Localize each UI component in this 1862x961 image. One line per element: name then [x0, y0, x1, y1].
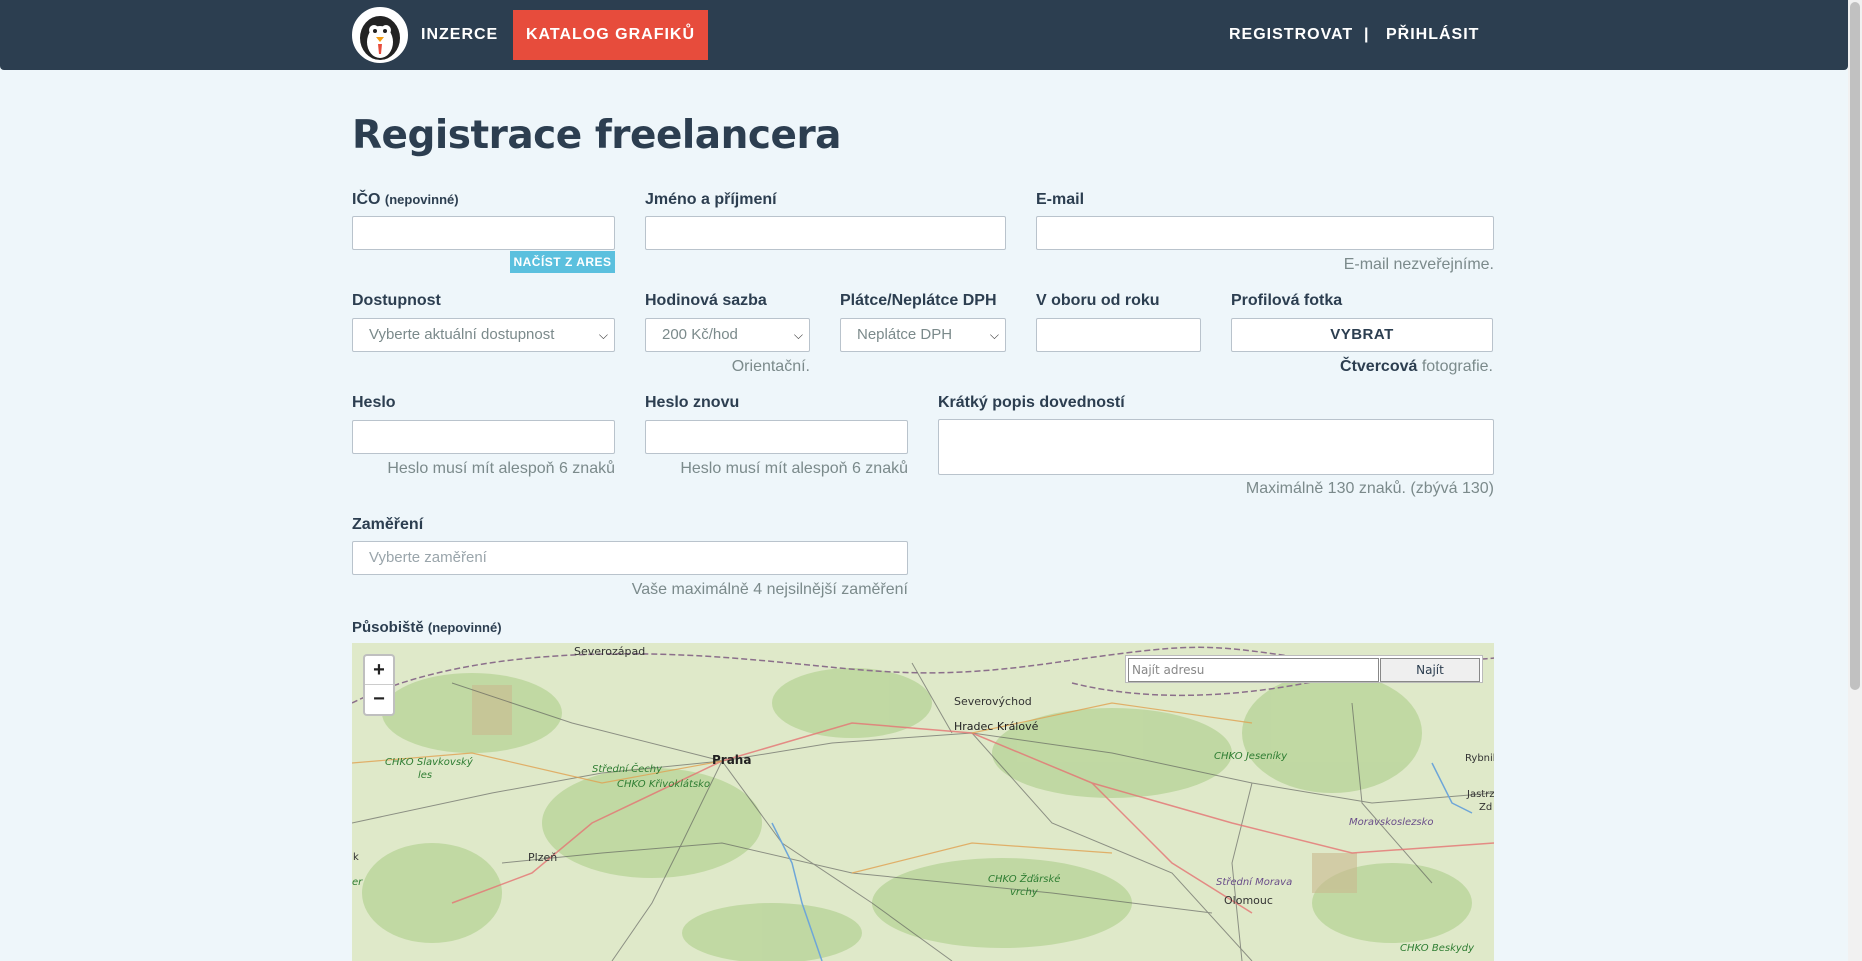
zamereni-label: Zaměření	[352, 516, 424, 533]
nav-inzerce[interactable]: INZERCE	[421, 0, 498, 70]
map-search-box: Najít adresu Najít	[1125, 655, 1483, 683]
sazba-value: 200 Kč/hod	[662, 326, 738, 343]
dostupnost-label: Dostupnost	[352, 292, 441, 309]
page-scrollbar[interactable]	[1848, 0, 1862, 961]
focus-placeholder: Vyberte zaměření	[369, 549, 487, 566]
email-input[interactable]	[1036, 216, 1494, 250]
heslo-label: Heslo	[352, 394, 396, 411]
sazba-help: Orientační.	[731, 358, 810, 375]
location-map[interactable]: Severozápad Severovýchod Hradec Králové …	[352, 643, 1494, 961]
scrollbar-thumb[interactable]	[1850, 2, 1860, 690]
penguin-logo[interactable]	[352, 7, 408, 63]
password-confirm-help: Heslo musí mít alespoň 6 znaků	[680, 460, 908, 477]
heslo2-label: Heslo znovu	[645, 394, 740, 411]
map-search-button[interactable]: Najít	[1380, 658, 1480, 682]
map-address-input[interactable]: Najít adresu	[1128, 658, 1379, 682]
map-label: Severovýchod	[954, 695, 1032, 708]
nav-katalog-grafiku[interactable]: KATALOG GRAFIKŮ	[513, 10, 708, 60]
fotka-help: Čtvercová fotografie.	[1340, 358, 1493, 375]
map-label: k	[353, 852, 359, 863]
map-label: Jastrz	[1467, 789, 1494, 800]
map-label: Hradec Králové	[954, 720, 1039, 733]
map-label: Olomouc	[1224, 894, 1273, 907]
map-zoom-control: + −	[363, 654, 395, 716]
password-confirm-input[interactable]	[645, 420, 908, 454]
sazba-select[interactable]: 200 Kč/hod ⌵	[645, 318, 810, 352]
chevron-down-icon: ⌵	[598, 328, 608, 342]
dph-value: Neplátce DPH	[857, 326, 953, 343]
name-label: Jméno a příjmení	[645, 191, 777, 208]
map-label: Zd	[1479, 802, 1493, 813]
nav-prihlasit[interactable]: PŘIHLÁSIT	[1386, 0, 1479, 70]
skills-help: Maximálně 130 znaků. (zbývá 130)	[1245, 480, 1494, 497]
map-label: Střední Morava	[1216, 877, 1293, 888]
rok-label: V oboru od roku	[1036, 292, 1160, 309]
map-label: CHKO Žďárské	[988, 874, 1061, 885]
photo-select-button[interactable]: VYBRAT	[1231, 318, 1493, 352]
nav-registrovat[interactable]: REGISTROVAT	[1229, 0, 1353, 70]
map-label: er	[352, 877, 363, 888]
map-label: CHKO Jeseníky	[1214, 751, 1288, 762]
map-label: CHKO Beskydy	[1400, 943, 1475, 954]
popis-label: Krátký popis dovedností	[938, 394, 1125, 411]
map-label: Střední Čechy	[592, 764, 663, 775]
map-label: CHKO Slavkovský	[385, 757, 473, 768]
ares-load-button[interactable]: NAČÍST Z ARES	[510, 251, 615, 273]
dph-select[interactable]: Neplátce DPH ⌵	[840, 318, 1006, 352]
dostupnost-value: Vyberte aktuální dostupnost	[369, 326, 555, 343]
map-label: Rybnik	[1465, 753, 1494, 764]
dostupnost-select[interactable]: Vyberte aktuální dostupnost ⌵	[352, 318, 615, 352]
pusobiste-label: Působiště (nepovinné)	[352, 619, 502, 636]
email-help: E-mail nezveřejníme.	[1343, 256, 1494, 273]
password-help: Heslo musí mít alespoň 6 znaků	[387, 460, 615, 477]
fotka-label: Profilová fotka	[1231, 292, 1343, 309]
skills-textarea[interactable]	[938, 419, 1494, 475]
sazba-label: Hodinová sazba	[645, 292, 767, 309]
nav-separator: |	[1364, 26, 1369, 43]
map-label: les	[418, 770, 433, 781]
zoom-in-button[interactable]: +	[365, 656, 393, 685]
dph-label: Plátce/Neplátce DPH	[840, 292, 997, 309]
map-label: Plzeň	[528, 851, 558, 864]
zoom-out-button[interactable]: −	[365, 685, 393, 714]
ico-input[interactable]	[352, 216, 615, 250]
top-navbar: INZERCE KATALOG GRAFIKŮ REGISTROVAT | PŘ…	[0, 0, 1848, 70]
page-title: Registrace freelancera	[352, 113, 842, 158]
chevron-down-icon: ⌵	[793, 328, 803, 342]
focus-help: Vaše maximálně 4 nejsilnější zaměření	[631, 581, 908, 598]
map-tiles	[352, 643, 1494, 961]
ico-label: IČO (nepovinné)	[352, 191, 459, 208]
name-input[interactable]	[645, 216, 1006, 250]
email-label: E-mail	[1036, 191, 1085, 208]
password-input[interactable]	[352, 420, 615, 454]
map-label: CHKO Křivoklátsko	[617, 779, 711, 790]
rok-input[interactable]	[1036, 318, 1201, 352]
map-label: vrchy	[1010, 887, 1038, 898]
map-label: Severozápad	[574, 645, 646, 658]
chevron-down-icon: ⌵	[989, 328, 999, 342]
map-label: Moravskoslezsko	[1349, 817, 1434, 828]
focus-select-input[interactable]: Vyberte zaměření	[352, 541, 908, 575]
map-label: Praha	[712, 753, 752, 767]
